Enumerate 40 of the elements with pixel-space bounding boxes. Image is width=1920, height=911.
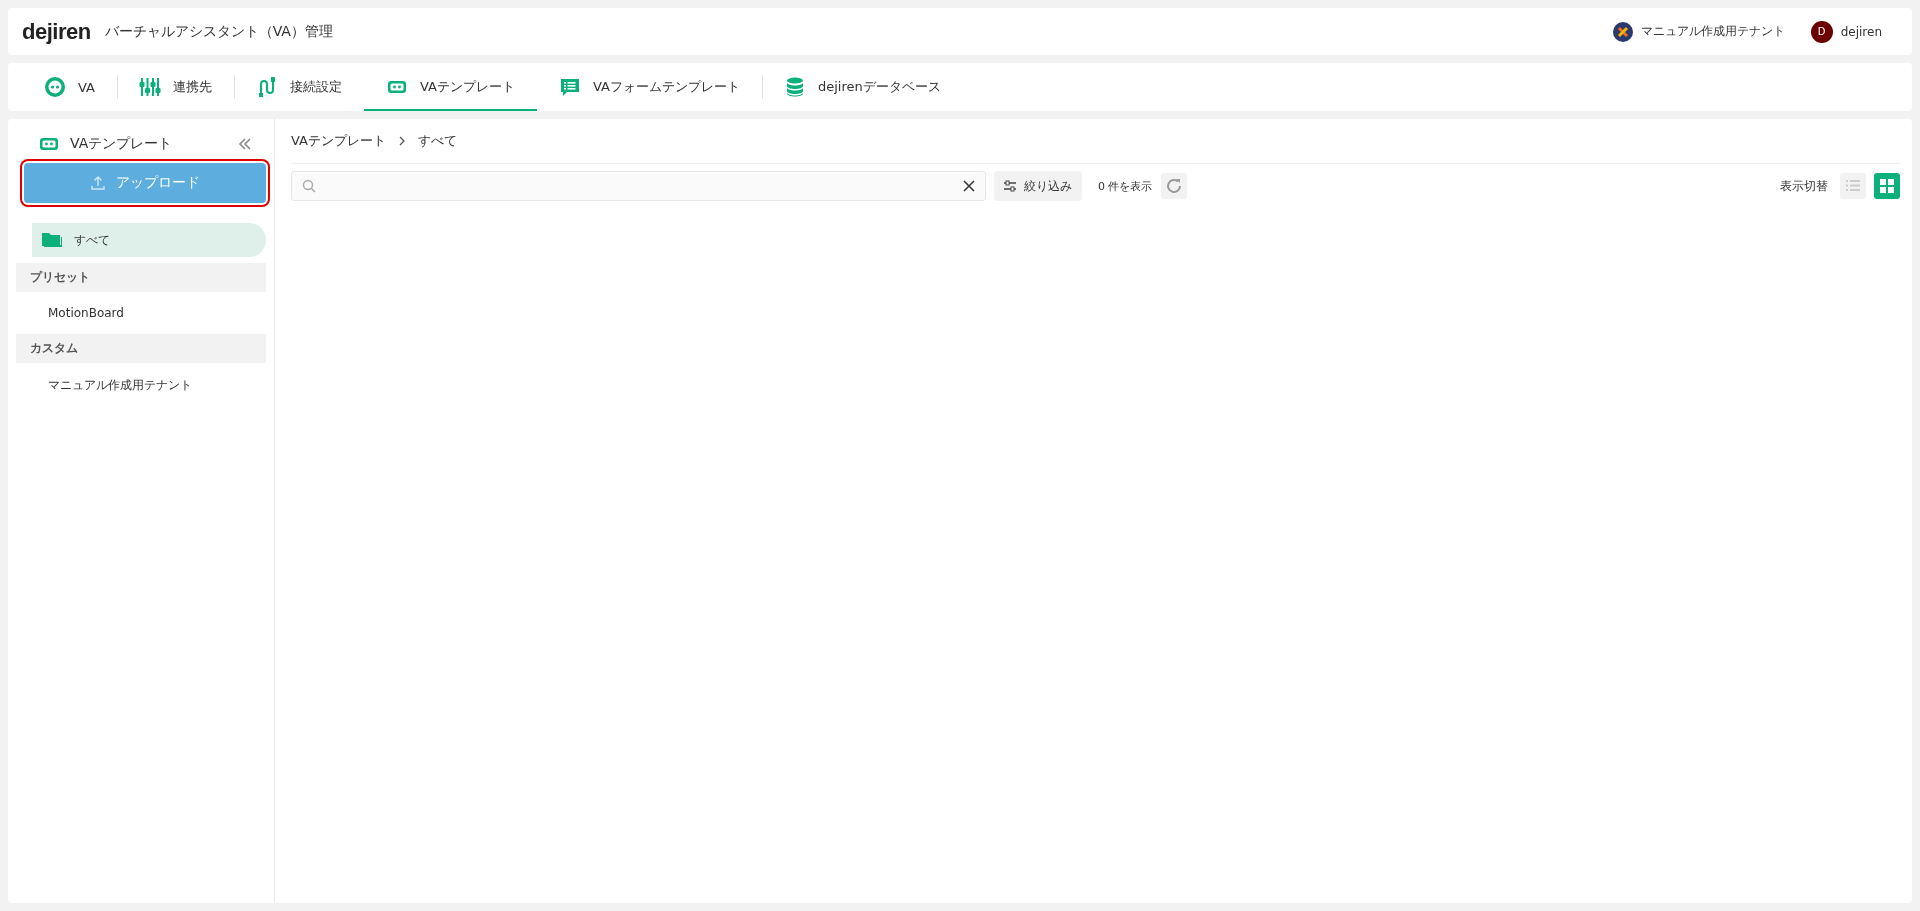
grid-icon [1879,178,1895,194]
nav-tab[interactable]: VAテンプレート [363,63,537,111]
view-toggle-button[interactable] [1840,173,1866,199]
breadcrumb-item[interactable]: VAテンプレート [291,132,386,150]
sidebar-item[interactable]: マニュアル作成用テナント [16,363,266,408]
chat-list-icon [558,76,581,98]
tenant-icon [1612,21,1633,42]
collapse-icon[interactable] [238,137,252,151]
nav-tab[interactable]: VA [22,63,117,111]
sidebar-item[interactable]: MotionBoard [16,292,266,334]
upload-icon [90,175,106,191]
nav-tab[interactable]: 接続設定 [233,63,364,111]
folder-icon [42,231,62,249]
nav-tab[interactable]: VAフォームテンプレート [536,63,762,111]
sliders-icon [138,76,161,98]
robot-icon [44,76,66,98]
refresh-icon [1164,177,1183,195]
user-name: dejiren [1840,24,1882,39]
filter-button[interactable]: 絞り込み [994,171,1082,201]
search-field[interactable] [291,171,986,201]
section-heading: プリセット [16,263,266,292]
view-toggle-label: 表示切替 [1780,177,1828,195]
chevron-icon [397,136,406,146]
user-avatar[interactable]: D [1810,20,1833,43]
search-icon [302,179,316,193]
list-icon [1845,178,1861,194]
close-icon[interactable] [963,180,975,192]
folder-item[interactable]: すべて [32,223,266,257]
nav-tab[interactable]: dejirenデータベース [761,63,963,111]
app-title: バーチャルアシスタント（VA）管理 [104,22,333,41]
section-heading: カスタム [16,334,266,363]
breadcrumb-item: すべて [417,132,457,150]
logo: dejiren [22,18,91,45]
view-toggle-button[interactable] [1874,173,1900,199]
sliders-icon [1004,180,1016,192]
nav-tab[interactable]: 連携先 [116,63,234,111]
sidebar-title: VAテンプレート [70,135,174,153]
result-count: 0 件を表示 [1098,178,1153,194]
tenant-name: マニュアル作成用テナント [1640,23,1785,40]
refresh-button[interactable] [1160,173,1187,199]
